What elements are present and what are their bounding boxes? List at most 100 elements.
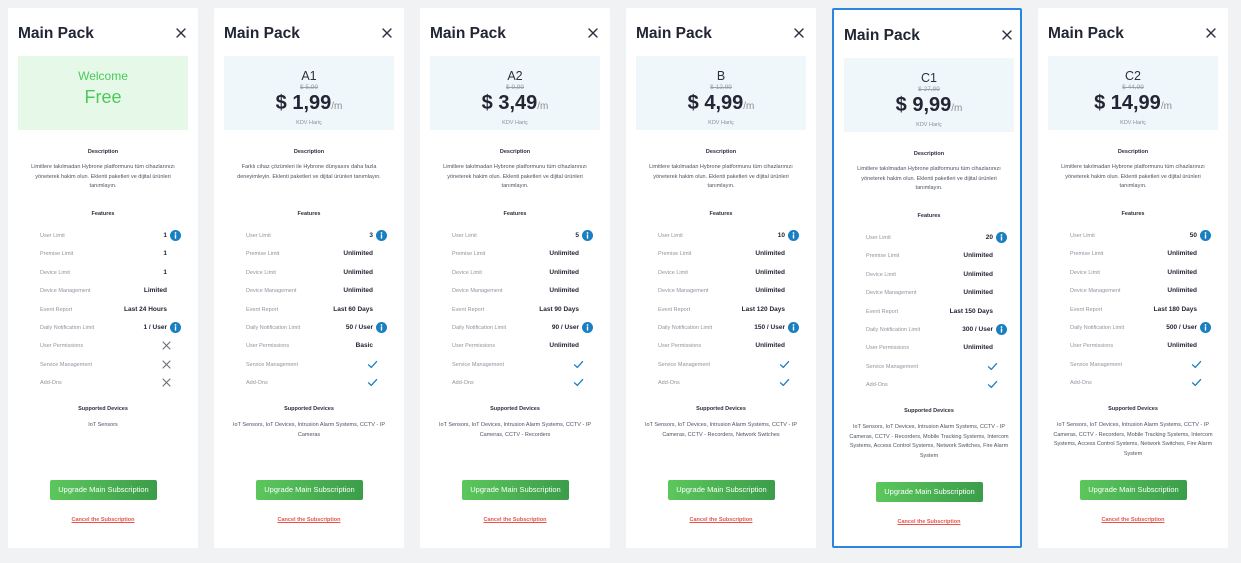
feature-row: Daily Notification Limit 50 / User xyxy=(246,321,388,340)
feature-row: Device Management Unlimited xyxy=(866,287,1008,305)
feature-value: Last 150 Days xyxy=(949,307,993,315)
feature-row: Daily Notification Limit 150 / User xyxy=(658,321,800,340)
feature-label: Daily Notification Limit xyxy=(658,324,713,331)
feature-label: User Limit xyxy=(40,233,65,239)
feature-row: User Limit 3 xyxy=(246,230,388,248)
close-icon[interactable] xyxy=(1000,28,1014,42)
feature-row: User Permissions xyxy=(40,340,182,358)
upgrade-button[interactable]: Upgrade Main Subscription xyxy=(462,480,569,500)
close-icon[interactable] xyxy=(792,26,806,40)
old-price: $ 12,99 xyxy=(710,84,732,91)
check-icon xyxy=(987,379,998,390)
cancel-subscription-link[interactable]: Cancel the Subscription xyxy=(834,519,1024,525)
feature-label: Premise Limit xyxy=(658,251,692,258)
info-icon[interactable] xyxy=(1200,321,1211,333)
cancel-subscription-link[interactable]: Cancel the Subscription xyxy=(214,517,404,523)
plan-card-welcome[interactable]: Main Pack Welcome Free Description Limit… xyxy=(8,8,198,548)
feature-label: Event Report xyxy=(1070,306,1103,313)
feature-value: Unlimited xyxy=(343,268,373,276)
supported-devices-text: IoT Sensors xyxy=(88,422,118,428)
cancel-subscription-link[interactable]: Cancel the Subscription xyxy=(1038,517,1228,523)
feature-row: Service Management xyxy=(246,359,388,377)
plan-card-c1[interactable]: Main Pack C1 $ 27,99 $ 9,99/m KDV Hariç … xyxy=(832,8,1022,548)
feature-label: Add-Ons xyxy=(452,380,474,387)
feature-label: Service Management xyxy=(866,363,918,370)
info-icon[interactable] xyxy=(582,321,593,333)
card-title: Main Pack xyxy=(224,25,300,42)
feature-value: 1 / User xyxy=(143,323,168,331)
plan-card-a1[interactable]: Main Pack A1 $ 5,99 $ 1,99/m KDV Hariç D… xyxy=(214,8,404,548)
feature-label: Add-Ons xyxy=(40,380,62,387)
close-icon[interactable] xyxy=(586,26,600,40)
feature-value: 300 / User xyxy=(962,325,993,333)
feature-row: Premise Limit Unlimited xyxy=(1070,248,1212,266)
upgrade-button[interactable]: Upgrade Main Subscription xyxy=(876,482,983,502)
info-icon[interactable] xyxy=(376,321,387,333)
tax-note: KDV Hariç xyxy=(502,120,528,126)
info-icon[interactable] xyxy=(170,230,181,241)
feature-row: Device Management Limited xyxy=(40,285,182,303)
upgrade-button[interactable]: Upgrade Main Subscription xyxy=(1080,480,1187,500)
feature-value: Basic xyxy=(355,342,373,350)
plan-card-c2[interactable]: Main Pack C2 $ 44,99 $ 14,99/m KDV Hariç… xyxy=(1038,8,1228,548)
feature-row: Device Management Unlimited xyxy=(1070,285,1212,303)
feature-label: Premise Limit xyxy=(452,251,486,258)
plan-card-a2[interactable]: Main Pack A2 $ 9,99 $ 3,49/m KDV Hariç D… xyxy=(420,8,610,548)
feature-value: Unlimited xyxy=(549,268,579,276)
feature-label: Premise Limit xyxy=(1070,251,1104,258)
features-title: Features xyxy=(917,213,941,219)
feature-label: Add-Ons xyxy=(658,380,680,387)
feature-value: 150 / User xyxy=(754,323,785,331)
feature-value: Last 90 Days xyxy=(539,305,579,313)
feature-value: Unlimited xyxy=(1167,342,1197,350)
cancel-subscription-link[interactable]: Cancel the Subscription xyxy=(8,517,198,523)
info-icon[interactable] xyxy=(170,321,181,333)
price-box: Welcome Free xyxy=(18,56,188,130)
feature-label: Add-Ons xyxy=(1070,380,1092,387)
feature-label: User Permissions xyxy=(452,343,496,350)
upgrade-button[interactable]: Upgrade Main Subscription xyxy=(668,480,775,500)
feature-label: Event Report xyxy=(452,306,485,313)
feature-label: Device Management xyxy=(246,288,297,295)
feature-row: Add-Ons xyxy=(246,377,388,395)
upgrade-button[interactable]: Upgrade Main Subscription xyxy=(256,480,363,500)
price-value: $ 9,99 xyxy=(895,94,952,116)
supported-devices-title: Supported Devices xyxy=(78,406,128,412)
description-title: Description xyxy=(87,149,119,155)
close-icon[interactable] xyxy=(174,26,188,40)
feature-label: User Limit xyxy=(658,233,683,239)
close-icon[interactable] xyxy=(1204,26,1218,40)
feature-label: Service Management xyxy=(452,361,504,368)
cancel-subscription-link[interactable]: Cancel the Subscription xyxy=(626,517,816,523)
info-icon[interactable] xyxy=(1200,230,1211,241)
info-icon[interactable] xyxy=(788,321,799,333)
info-icon[interactable] xyxy=(788,230,799,241)
features-list: User Limit 10 Premise Limit Unlimited Devi… xyxy=(658,230,800,396)
tax-note: KDV Hariç xyxy=(1120,120,1146,126)
supported-devices-title: Supported Devices xyxy=(1108,406,1158,412)
upgrade-button[interactable]: Upgrade Main Subscription xyxy=(50,480,157,500)
feature-row: User Limit 5 xyxy=(452,230,594,248)
feature-label: Service Management xyxy=(1070,361,1122,368)
feature-row: Device Limit Unlimited xyxy=(452,267,594,285)
info-icon[interactable] xyxy=(996,323,1007,335)
close-icon[interactable] xyxy=(380,26,394,40)
info-icon[interactable] xyxy=(582,230,593,241)
cancel-subscription-link[interactable]: Cancel the Subscription xyxy=(420,517,610,523)
description-title: Description xyxy=(913,151,945,157)
supported-devices-text: IoT Sensors, IoT Devices, Intrusion Alar… xyxy=(644,422,797,438)
supported-devices-text: IoT Sensors, IoT Devices, Intrusion Alar… xyxy=(232,422,385,438)
feature-row: Add-Ons xyxy=(452,377,594,395)
price-unit: /m xyxy=(331,101,343,112)
info-icon[interactable] xyxy=(996,232,1007,243)
plan-card-b[interactable]: Main Pack B $ 12,99 $ 4,99/m KDV Hariç D… xyxy=(626,8,816,548)
feature-row: Add-Ons xyxy=(1070,377,1212,395)
price-unit: /m xyxy=(537,101,549,112)
price-box: A2 $ 9,99 $ 3,49/m KDV Hariç xyxy=(430,56,600,130)
supported-devices-text: IoT Sensors, IoT Devices, Intrusion Alar… xyxy=(438,422,591,438)
info-icon[interactable] xyxy=(376,230,387,241)
price-box: B $ 12,99 $ 4,99/m KDV Hariç xyxy=(636,56,806,130)
feature-label: Service Management xyxy=(658,361,710,368)
feature-value: 5 xyxy=(575,232,579,239)
feature-label: Add-Ons xyxy=(246,380,268,387)
